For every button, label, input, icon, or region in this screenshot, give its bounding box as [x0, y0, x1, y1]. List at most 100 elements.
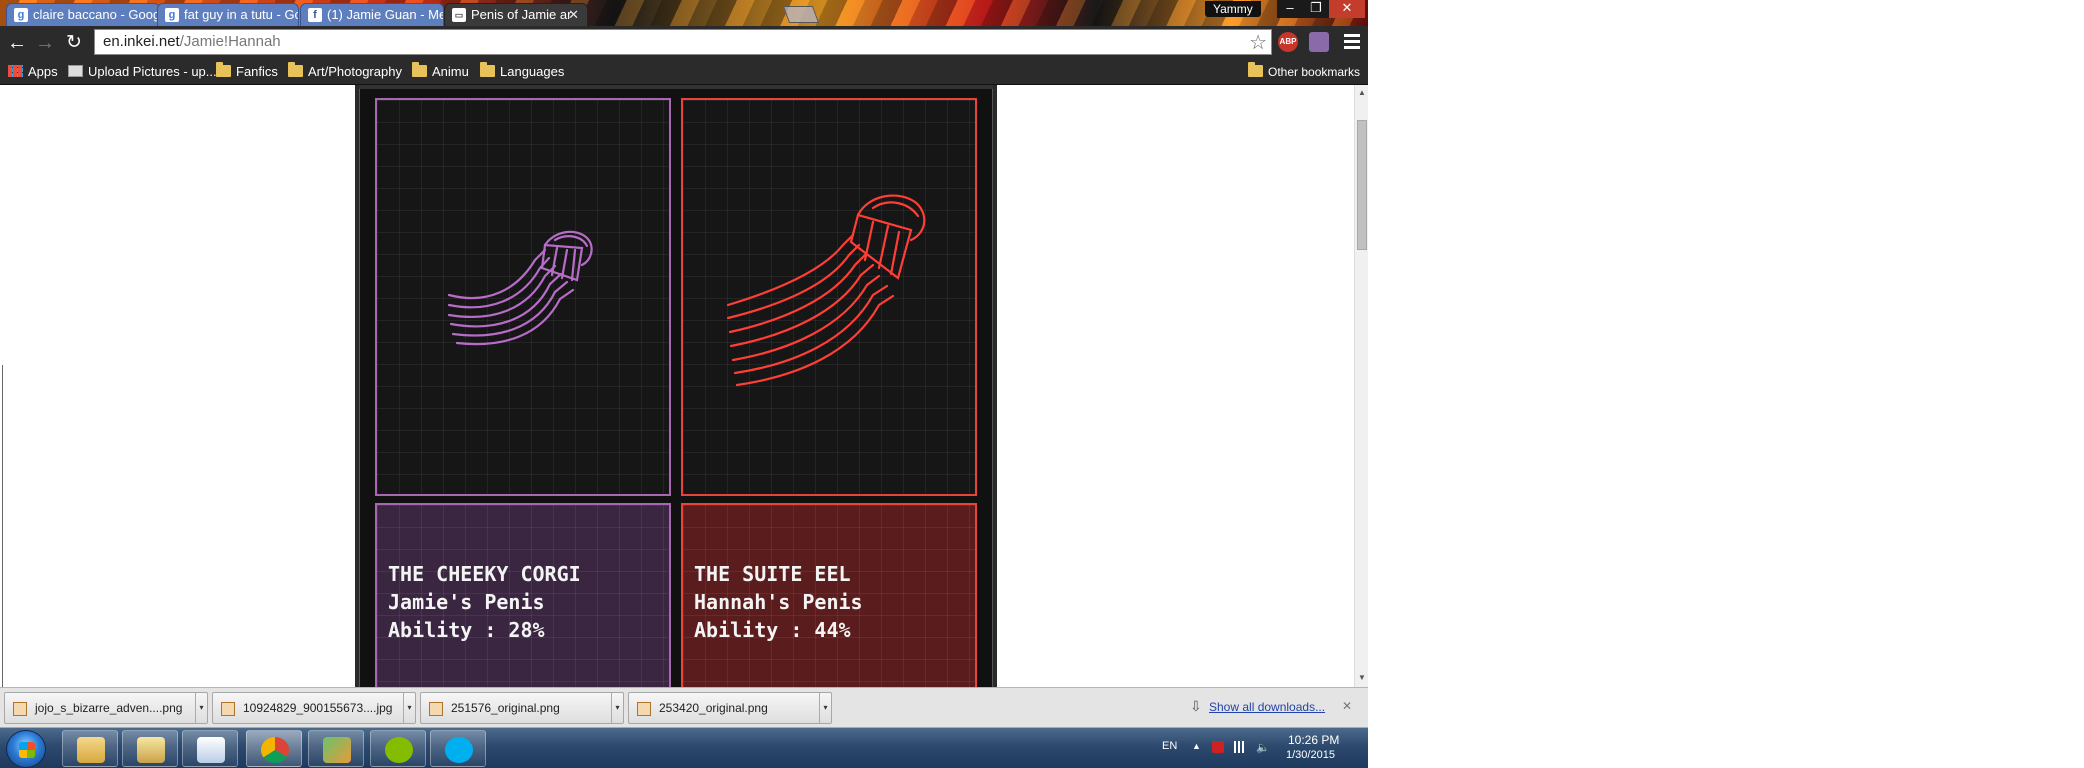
chevron-down-icon[interactable]: ▾	[611, 693, 623, 723]
notepad-icon	[197, 737, 225, 763]
url-path: /Jamie!Hannah	[179, 33, 281, 50]
card-ability: Ability : 28%	[388, 618, 545, 642]
folder-icon	[216, 62, 231, 77]
close-window-button[interactable]: ✕	[1329, 0, 1365, 18]
bookmark-folder-animu[interactable]: Animu	[412, 62, 469, 81]
adblock-plus-icon[interactable]: ABP	[1278, 32, 1298, 52]
network-signal-icon[interactable]	[1234, 741, 1246, 753]
tab-penis-of-jamie-and-hannah[interactable]: ▭ Penis of Jamie and Hanna ✕	[444, 3, 588, 26]
url-host: en.inkei.net	[103, 33, 180, 50]
bookmark-label: Other bookmarks	[1268, 65, 1361, 79]
taskbar-paint[interactable]	[308, 730, 364, 767]
chevron-down-icon[interactable]: ▾	[819, 693, 831, 723]
show-hidden-icons-icon[interactable]: ▲	[1192, 741, 1204, 753]
clock-time[interactable]: 10:26 PM	[1288, 733, 1339, 747]
minimize-button[interactable]: –	[1277, 0, 1303, 18]
new-tab-button[interactable]	[782, 6, 820, 23]
chrome-menu-icon[interactable]	[1344, 31, 1360, 51]
scroll-up-arrow-icon[interactable]: ▲	[1357, 88, 1367, 97]
chrome-icon	[261, 737, 289, 763]
google-icon: g	[165, 8, 179, 22]
tab-jamie-guan-messages[interactable]: f (1) Jamie Guan - Message	[300, 3, 444, 26]
download-filename: 251576_original.png	[451, 701, 560, 715]
vertical-scrollbar[interactable]: ▲ ▼	[1354, 85, 1368, 687]
bookmark-label: Apps	[28, 64, 58, 79]
bookmark-apps[interactable]: Apps	[8, 63, 58, 81]
close-downloads-bar-icon[interactable]: ✕	[1342, 699, 1352, 713]
info-text: THE CHEEKY CORGI Jamie's Penis Ability :…	[388, 560, 581, 644]
bookmark-label: Upload Pictures - up...	[88, 64, 217, 79]
back-arrow-icon[interactable]: ←	[6, 32, 28, 54]
paint-icon	[323, 737, 351, 763]
card-owner: Hannah's Penis	[694, 590, 863, 614]
reload-icon[interactable]: ↻	[63, 32, 85, 54]
folder-icon	[288, 62, 303, 77]
close-tab-icon[interactable]: ✕	[568, 4, 579, 26]
restore-button[interactable]: ❐	[1303, 0, 1329, 18]
bookmarks-bar: Apps Upload Pictures - up... Fanfics Art…	[0, 59, 1368, 85]
other-bookmarks[interactable]: Other bookmarks	[1248, 62, 1361, 81]
facebook-icon: f	[308, 8, 322, 22]
bookmark-label: Animu	[432, 64, 469, 79]
page-icon	[68, 65, 83, 77]
downloads-bar: jojo_s_bizarre_adven....png ▾ 10924829_9…	[0, 687, 1368, 727]
volume-icon[interactable]: 🔈	[1256, 741, 1270, 754]
image-file-icon	[429, 702, 443, 716]
info-card-jamie: THE CHEEKY CORGI Jamie's Penis Ability :…	[375, 503, 671, 687]
screen: g claire baccano - Google S g fat guy in…	[0, 0, 2084, 768]
divider	[2, 365, 3, 687]
windows-taskbar: EN ▲ 🔈 10:26 PM 1/30/2015	[0, 727, 1368, 768]
image-card-hannah	[681, 98, 977, 496]
download-filename: 10924829_900155673....jpg	[243, 701, 393, 715]
page-content: THE CHEEKY CORGI Jamie's Penis Ability :…	[0, 85, 1354, 687]
tab-fat-guy-in-a-tutu[interactable]: g fat guy in a tutu - Google	[157, 3, 299, 26]
info-text: THE SUITE EEL Hannah's Penis Ability : 4…	[694, 560, 863, 644]
extension-icon[interactable]	[1309, 32, 1329, 52]
chevron-down-icon[interactable]: ▾	[403, 693, 415, 723]
scroll-thumb[interactable]	[1357, 120, 1367, 250]
tab-claire-baccano[interactable]: g claire baccano - Google S	[6, 3, 160, 26]
download-item[interactable]: 10924829_900155673....jpg ▾	[212, 692, 416, 724]
security-alert-icon[interactable]	[1212, 741, 1224, 753]
spotify-icon	[385, 737, 413, 763]
wireframe-illustration-red	[726, 194, 926, 387]
download-item[interactable]: 251576_original.png ▾	[420, 692, 624, 724]
image-file-icon	[13, 702, 27, 716]
clock-date[interactable]: 1/30/2015	[1286, 749, 1335, 761]
bookmark-label: Languages	[500, 64, 565, 79]
download-filename: 253420_original.png	[659, 701, 768, 715]
scroll-down-arrow-icon[interactable]: ▼	[1357, 673, 1367, 682]
taskbar-spotify[interactable]	[370, 730, 426, 767]
user-profile-badge[interactable]: Yammy	[1205, 1, 1261, 17]
card-title: THE SUITE EEL	[694, 562, 851, 586]
bookmark-star-icon[interactable]: ☆	[1249, 30, 1267, 55]
url-text: en.inkei.net/Jamie!Hannah	[103, 33, 281, 50]
apps-icon	[8, 65, 23, 77]
download-arrow-icon: ⇩	[1190, 698, 1202, 714]
taskbar-chrome[interactable]	[246, 730, 302, 767]
wireframe-illustration-purple	[447, 230, 593, 346]
taskbar-notepad[interactable]	[182, 730, 238, 767]
taskbar-folder[interactable]	[122, 730, 178, 767]
download-item[interactable]: 253420_original.png ▾	[628, 692, 832, 724]
tab-title: Penis of Jamie and Hanna	[471, 7, 571, 22]
bookmark-folder-languages[interactable]: Languages	[480, 62, 565, 81]
bookmark-folder-fanfics[interactable]: Fanfics	[216, 62, 278, 81]
card-ability: Ability : 44%	[694, 618, 851, 642]
start-button[interactable]	[6, 730, 46, 768]
bookmark-upload-pictures[interactable]: Upload Pictures - up...	[68, 63, 217, 81]
system-tray: EN ▲ 🔈 10:26 PM 1/30/2015	[1148, 728, 1368, 768]
forward-arrow-icon[interactable]: →	[34, 32, 56, 54]
bookmark-folder-art-photography[interactable]: Art/Photography	[288, 62, 402, 81]
browser-window: g claire baccano - Google S g fat guy in…	[0, 0, 1368, 768]
tab-title: (1) Jamie Guan - Message	[327, 7, 443, 22]
taskbar-skype[interactable]	[430, 730, 486, 767]
address-bar[interactable]: en.inkei.net/Jamie!Hannah ☆	[94, 29, 1272, 55]
language-indicator[interactable]: EN	[1162, 740, 1177, 752]
taskbar-explorer[interactable]	[62, 730, 118, 767]
card-title: THE CHEEKY CORGI	[388, 562, 581, 586]
chevron-down-icon[interactable]: ▾	[195, 693, 207, 723]
skype-icon	[445, 737, 473, 763]
download-item[interactable]: jojo_s_bizarre_adven....png ▾	[4, 692, 208, 724]
show-all-downloads-link[interactable]: Show all downloads...	[1209, 700, 1325, 714]
